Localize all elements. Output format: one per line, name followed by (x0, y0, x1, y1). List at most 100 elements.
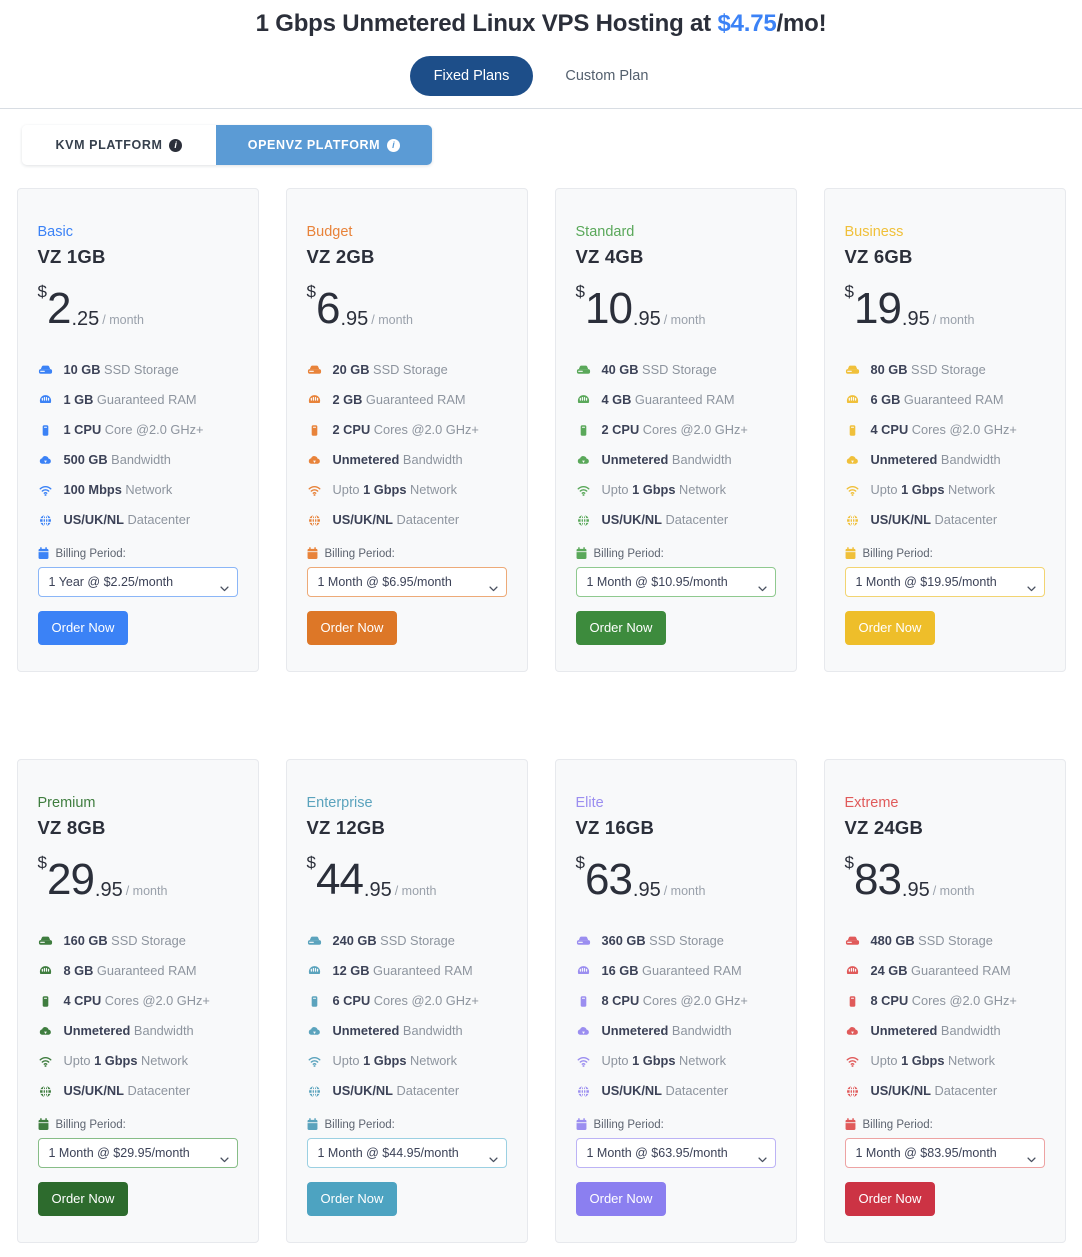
cpu-icon (845, 994, 860, 1009)
feature-suffix: Bandwidth (130, 1023, 194, 1038)
plan-name: VZ 16GB (575, 817, 655, 838)
feature-item: 100 Mbps Network (38, 475, 238, 505)
feature-item: Unmetered Bandwidth (576, 1016, 776, 1046)
cpu-icon (307, 423, 322, 438)
billing-period-label: Billing Period: (38, 547, 238, 560)
feature-suffix: Guaranteed RAM (631, 392, 735, 407)
feature-list: 40 GB SSD Storage 4 GB Guaranteed RAM 2 CP… (576, 355, 776, 535)
feature-suffix: Network (944, 1053, 995, 1068)
wifi-icon (38, 1054, 53, 1069)
price-cents: .95 (94, 879, 123, 901)
page-title-suffix: /mo! (776, 10, 827, 37)
feature-value: US/UK/NL (63, 512, 124, 527)
price-currency: $ (306, 853, 316, 872)
feature-text: 10 GB SSD Storage (64, 361, 179, 379)
plan-price: $19.95/ month (845, 279, 1045, 331)
feature-suffix: Guaranteed RAM (907, 963, 1011, 978)
feature-item: Unmetered Bandwidth (845, 445, 1045, 475)
feature-suffix: Core @2.0 GHz+ (101, 422, 204, 437)
feature-text: Unmetered Bandwidth (871, 1022, 1001, 1040)
feature-suffix: Datacenter (930, 1083, 998, 1098)
price-whole: 29 (46, 855, 95, 904)
feature-text: Upto 1 Gbps Network (871, 1052, 995, 1070)
plan-name: VZ 8GB (37, 817, 106, 838)
feature-suffix: Network (944, 482, 995, 497)
plan-name: VZ 1GB (37, 246, 106, 267)
feature-item: US/UK/NL Datacenter (576, 1076, 776, 1106)
plan-tab-fixed-plans[interactable]: Fixed Plans (409, 56, 534, 96)
billing-period-select[interactable]: 1 Month @ $63.95/month (575, 1138, 776, 1168)
order-now-button[interactable]: Order Now (37, 611, 129, 645)
platform-tab-kvm[interactable]: KVM PLATFORM i (22, 125, 216, 165)
billing-period-select[interactable]: 1 Month @ $83.95/month (844, 1138, 1045, 1168)
feature-suffix: Cores @2.0 GHz+ (908, 422, 1017, 437)
price-cents: .95 (340, 308, 369, 330)
order-now-button[interactable]: Order Now (844, 611, 936, 645)
feature-text: Upto 1 Gbps Network (64, 1052, 188, 1070)
price-period: / month (932, 313, 975, 327)
feature-value: 4 CPU (63, 993, 102, 1008)
feature-item: 6 CPU Cores @2.0 GHz+ (307, 986, 507, 1016)
feature-text: 24 GB Guaranteed RAM (871, 962, 1011, 980)
feature-list: 20 GB SSD Storage 2 GB Guaranteed RAM 2 CP… (307, 355, 507, 535)
order-now-button[interactable]: Order Now (37, 1182, 129, 1216)
billing-period-select[interactable]: 1 Month @ $29.95/month (37, 1138, 238, 1168)
info-icon[interactable]: i (169, 138, 183, 152)
feature-suffix: Datacenter (123, 512, 191, 527)
feature-item: Unmetered Bandwidth (845, 1016, 1045, 1046)
billing-period-select[interactable]: 1 Month @ $6.95/month (306, 567, 507, 597)
feature-prefix: Upto (601, 482, 633, 497)
feature-text: 6 GB Guaranteed RAM (871, 391, 1004, 409)
plan-tab-custom-plan[interactable]: Custom Plan (541, 56, 672, 96)
calendar-icon (307, 547, 318, 560)
platform-tab-openvz[interactable]: OPENVZ PLATFORM i (216, 125, 432, 165)
feature-text: 360 GB SSD Storage (602, 932, 724, 950)
feature-text: 12 GB Guaranteed RAM (333, 962, 473, 980)
feature-suffix: Guaranteed RAM (369, 963, 473, 978)
order-now-button[interactable]: Order Now (844, 1182, 936, 1216)
globe-icon (307, 1084, 322, 1099)
price-currency: $ (306, 282, 316, 301)
feature-item: 240 GB SSD Storage (307, 926, 507, 956)
price-cents: .25 (71, 308, 100, 330)
cpu-icon (307, 994, 322, 1009)
billing-period-select[interactable]: 1 Year @ $2.25/month (37, 567, 238, 597)
plan-price: $29.95/ month (38, 850, 238, 904)
order-now-button[interactable]: Order Now (575, 1182, 667, 1216)
feature-text: Unmetered Bandwidth (333, 451, 463, 469)
feature-item: 16 GB Guaranteed RAM (576, 956, 776, 986)
feature-value: US/UK/NL (332, 512, 393, 527)
feature-text: 240 GB SSD Storage (333, 932, 455, 950)
feature-value: 1 Gbps (632, 1053, 676, 1068)
feature-item: US/UK/NL Datacenter (38, 505, 238, 535)
feature-item: 80 GB SSD Storage (845, 355, 1045, 385)
feature-item: 480 GB SSD Storage (845, 926, 1045, 956)
calendar-icon (845, 547, 856, 560)
feature-text: Upto 1 Gbps Network (602, 481, 726, 499)
wifi-icon (307, 483, 322, 498)
feature-text: 8 CPU Cores @2.0 GHz+ (871, 992, 1017, 1010)
billing-period-select[interactable]: 1 Month @ $19.95/month (844, 567, 1045, 597)
plan-card: Extreme VZ 24GB $83.95/ month 480 GB SSD St… (823, 759, 1066, 1243)
wifi-icon (307, 1054, 322, 1069)
plan-name: VZ 6GB (844, 246, 913, 267)
feature-text: US/UK/NL Datacenter (871, 1082, 998, 1100)
price-whole: 83 (853, 855, 902, 904)
hdd-icon (38, 363, 53, 378)
billing-period-select[interactable]: 1 Month @ $10.95/month (575, 567, 776, 597)
ram-icon (38, 964, 53, 979)
feature-text: 4 CPU Cores @2.0 GHz+ (871, 421, 1017, 439)
feature-value: 1 GB (63, 392, 94, 407)
feature-item: Upto 1 Gbps Network (845, 1046, 1045, 1076)
order-now-button[interactable]: Order Now (306, 611, 398, 645)
info-icon[interactable]: i (387, 138, 401, 152)
feature-text: US/UK/NL Datacenter (64, 1082, 191, 1100)
page-title-prefix: 1 Gbps Unmetered Linux VPS Hosting at (255, 10, 718, 37)
order-now-button[interactable]: Order Now (575, 611, 667, 645)
globe-icon (38, 513, 53, 528)
billing-period-select[interactable]: 1 Month @ $44.95/month (306, 1138, 507, 1168)
feature-text: 100 Mbps Network (64, 481, 173, 499)
order-now-button[interactable]: Order Now (306, 1182, 398, 1216)
feature-text: Unmetered Bandwidth (602, 1022, 732, 1040)
feature-list: 480 GB SSD Storage 24 GB Guaranteed RAM 8 … (845, 926, 1045, 1106)
